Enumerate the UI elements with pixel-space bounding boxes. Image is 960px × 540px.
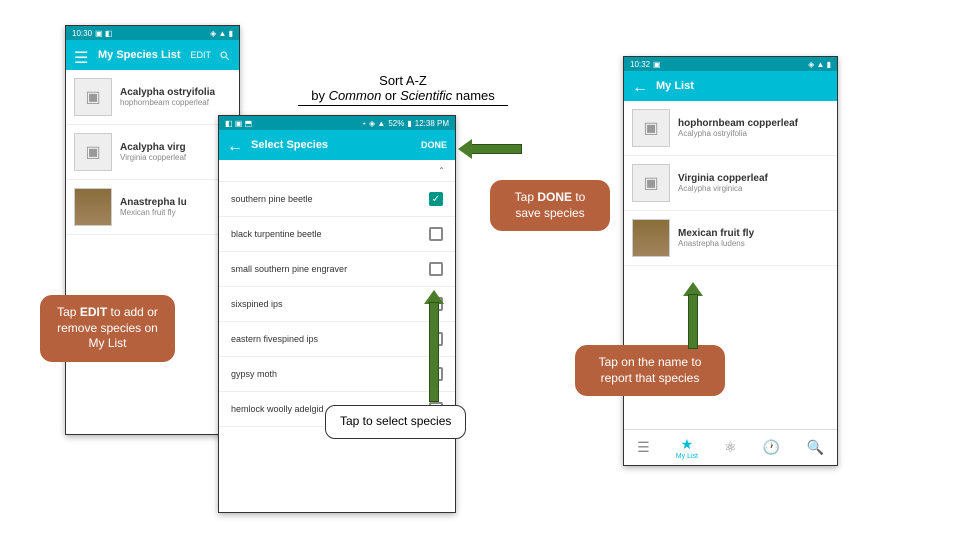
phone-select-species: ◧ ▣ ⬒ ⋆ ◈ ▲52%▮12:38 PM ← Select Species…	[218, 115, 456, 513]
app-bar: ← My List	[624, 71, 837, 101]
thumbnail-placeholder-icon: ▣	[632, 109, 670, 147]
select-item[interactable]: sixspined ips	[219, 287, 455, 322]
search-icon[interactable]	[219, 49, 231, 61]
app-bar: ☰ My Species List EDIT	[66, 40, 239, 70]
list-item[interactable]: ▣ hophornbeam copperleafAcalypha ostryif…	[624, 101, 837, 156]
species-list: ▣ hophornbeam copperleafAcalypha ostryif…	[624, 101, 837, 266]
callout-edit: Tap EDIT to add or remove species on My …	[40, 295, 175, 362]
callout-tap-select: Tap to select species	[325, 405, 466, 439]
checkbox-checked-icon[interactable]: ✓	[429, 192, 443, 206]
list-item[interactable]: ▣ Virginia copperleafAcalypha virginica	[624, 156, 837, 211]
phone-my-list: 10:32▣ ◈ ▲ ▮ ← My List ▣ hophornbeam cop…	[623, 56, 838, 466]
page-title: Select Species	[251, 139, 421, 151]
star-icon: ★	[681, 436, 694, 453]
select-item[interactable]: southern pine beetle✓	[219, 182, 455, 217]
nav-search[interactable]: 🔍	[806, 439, 823, 456]
menu-icon: ☰	[637, 439, 650, 456]
checkbox-icon[interactable]	[429, 262, 443, 276]
thumbnail-image	[632, 219, 670, 257]
back-icon[interactable]: ←	[632, 79, 646, 93]
notification-icon: ▣ ◧	[95, 29, 112, 38]
battery-icon: ▮	[407, 119, 411, 128]
page-title: My Species List	[98, 49, 190, 61]
chevron-up-icon: ⌃	[438, 166, 445, 175]
list-item[interactable]: ▣ Acalypha virgVirginia copperleaf	[66, 125, 239, 180]
page-title: My List	[656, 80, 829, 92]
signal-icon: ⋆ ◈ ▲	[362, 119, 386, 128]
list-item[interactable]: Mexican fruit flyAnastrepha ludens	[624, 211, 837, 266]
edit-button[interactable]: EDIT	[190, 50, 211, 60]
phone-species-list: 10:30▣ ◧ ◈ ▲ ▮ ☰ My Species List EDIT ▣ …	[65, 25, 240, 435]
callout-tap-name: Tap on the name to report that species	[575, 345, 725, 396]
list-item[interactable]: ▣ Acalypha ostryifoliahophornbeam copper…	[66, 70, 239, 125]
select-item[interactable]: gypsy moth	[219, 357, 455, 392]
thumbnail-placeholder-icon: ▣	[74, 78, 112, 116]
select-item[interactable]: eastern fivespined ips	[219, 322, 455, 357]
species-list: ▣ Acalypha ostryifoliahophornbeam copper…	[66, 70, 239, 235]
search-icon: 🔍	[806, 439, 823, 456]
status-bar: 10:30▣ ◧ ◈ ▲ ▮	[66, 26, 239, 40]
notification-icon: ◧ ▣ ⬒	[225, 119, 252, 128]
sort-annotation: Sort A-Z by Common or Scientific names	[298, 73, 508, 106]
app-bar: ← Select Species DONE	[219, 130, 455, 160]
signal-icon: ◈ ▲ ▮	[808, 60, 831, 69]
nav-menu[interactable]: ☰	[637, 439, 650, 456]
nav-mylist[interactable]: ★My List	[676, 436, 698, 460]
list-item[interactable]: Anastrepha luMexican fruit fly	[66, 180, 239, 235]
callout-done: Tap DONE to save species	[490, 180, 610, 231]
share-icon: ⚛	[724, 439, 737, 456]
checkbox-icon[interactable]	[429, 227, 443, 241]
thumbnail-placeholder-icon: ▣	[74, 133, 112, 171]
done-button[interactable]: DONE	[421, 140, 447, 150]
sort-header[interactable]: ⌃	[219, 160, 455, 182]
signal-icon: ◈ ▲ ▮	[210, 29, 233, 38]
nav-share[interactable]: ⚛	[724, 439, 737, 456]
thumbnail-placeholder-icon: ▣	[632, 164, 670, 202]
thumbnail-image	[74, 188, 112, 226]
back-icon[interactable]: ←	[227, 138, 241, 152]
select-list: southern pine beetle✓ black turpentine b…	[219, 182, 455, 427]
bottom-nav: ☰ ★My List ⚛ 🕐 🔍	[624, 429, 837, 465]
notification-icon: ▣	[653, 60, 661, 69]
select-item[interactable]: small southern pine engraver	[219, 252, 455, 287]
menu-icon[interactable]: ☰	[74, 48, 88, 62]
status-bar: 10:32▣ ◈ ▲ ▮	[624, 57, 837, 71]
status-bar: ◧ ▣ ⬒ ⋆ ◈ ▲52%▮12:38 PM	[219, 116, 455, 130]
select-item[interactable]: black turpentine beetle	[219, 217, 455, 252]
clock-icon: 🕐	[763, 439, 780, 456]
nav-history[interactable]: 🕐	[763, 439, 780, 456]
